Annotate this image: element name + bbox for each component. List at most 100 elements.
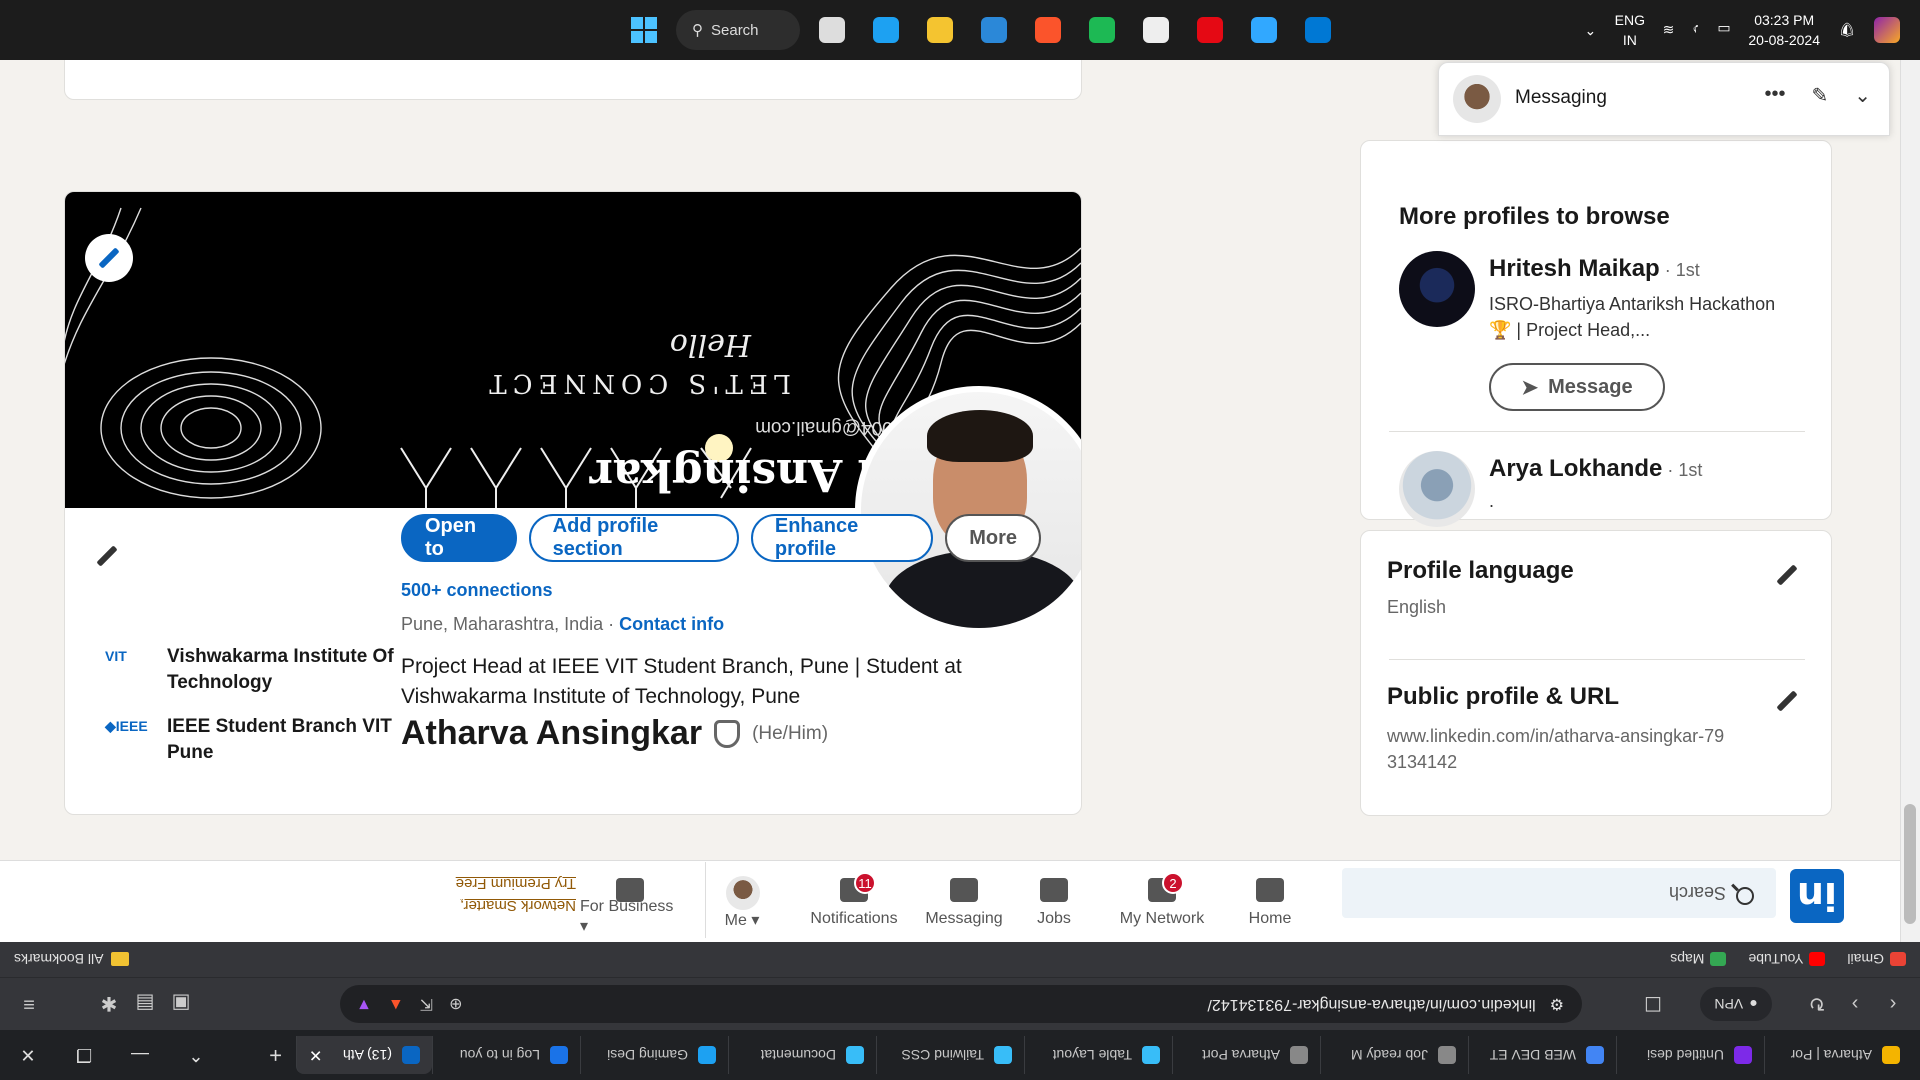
taskbar-search[interactable]: ⚲ Search bbox=[676, 10, 800, 50]
premium-link[interactable]: Network Smarter, Try Premium Free bbox=[436, 872, 576, 916]
edit-language-button[interactable] bbox=[1767, 555, 1807, 595]
nav-item[interactable]: Home bbox=[1220, 876, 1320, 936]
start-button[interactable] bbox=[622, 8, 666, 52]
copilot-tray-icon[interactable] bbox=[1874, 17, 1900, 43]
search-input[interactable]: Search bbox=[1342, 868, 1776, 918]
browser-tab[interactable]: WEB DEV ET bbox=[1468, 1036, 1616, 1074]
person-avatar[interactable] bbox=[1399, 451, 1475, 527]
vpn-label: VPN bbox=[1714, 996, 1744, 1012]
page-scrollbar[interactable] bbox=[1900, 0, 1920, 942]
wallet-icon[interactable]: ▣ bbox=[162, 985, 200, 1023]
chevron-up-icon[interactable]: ⌃ bbox=[1585, 22, 1597, 39]
minimize-button[interactable]: — bbox=[112, 1030, 168, 1080]
compose-icon[interactable]: ✎ bbox=[1811, 83, 1828, 108]
tab-label: Job ready M bbox=[1350, 1047, 1428, 1063]
browser-tab[interactable]: Log in to you bbox=[432, 1036, 580, 1074]
maximize-button[interactable]: ❐ bbox=[56, 1030, 112, 1080]
store-app[interactable] bbox=[1134, 8, 1178, 52]
chevron-down-icon[interactable]: ⌄ bbox=[1854, 83, 1871, 108]
profile-card: Atharva Ansingkar atharvaansingkar2004@g… bbox=[64, 191, 1082, 815]
bookmark-item[interactable]: Gmail bbox=[1847, 952, 1906, 968]
nav-label: Me ▾ bbox=[724, 912, 760, 929]
bookmark-icon[interactable]: ☐ bbox=[1634, 985, 1672, 1023]
spotify-app[interactable] bbox=[1080, 8, 1124, 52]
browser-tab[interactable]: Atharva Port bbox=[1172, 1036, 1320, 1074]
bookmark-label: YouTube bbox=[1748, 951, 1804, 968]
security-icon[interactable]: 🛡 bbox=[1838, 22, 1856, 39]
extensions-icon[interactable]: ✱ bbox=[90, 985, 128, 1023]
browser-tab-strip: Atharva | Por Untitled desi WEB DEV ET Job … bbox=[0, 1030, 1920, 1080]
enhance-profile-button[interactable]: Enhance profile bbox=[750, 514, 934, 562]
edge-app[interactable] bbox=[864, 8, 908, 52]
tab-active[interactable]: (13) Ath ✕ bbox=[296, 1036, 432, 1074]
browser-tab[interactable]: Gaming Desi bbox=[580, 1036, 728, 1074]
reload-icon[interactable]: ↻ bbox=[1798, 985, 1836, 1023]
edit-public-url-button[interactable] bbox=[1767, 681, 1807, 721]
bookmark-item[interactable]: Maps bbox=[1670, 952, 1727, 968]
brave-app[interactable] bbox=[1026, 8, 1070, 52]
browser-tab[interactable]: Table Layout bbox=[1024, 1036, 1172, 1074]
vpn-button[interactable]: ● VPN bbox=[1700, 987, 1772, 1021]
vscode-app[interactable] bbox=[1296, 8, 1340, 52]
brave-shields-icon[interactable]: ▲ bbox=[388, 995, 404, 1013]
browser-tab[interactable]: Untitled desi bbox=[1616, 1036, 1764, 1074]
person-name[interactable]: Hritesh Maikap bbox=[1489, 255, 1660, 282]
tab-favicon-icon bbox=[698, 1046, 716, 1064]
clock[interactable]: 03:23 PM 20-08-2024 bbox=[1749, 10, 1821, 50]
linkedin-logo[interactable]: in bbox=[1790, 869, 1844, 923]
sidebar-icon[interactable]: ▤ bbox=[126, 985, 164, 1023]
all-bookmarks[interactable]: All Bookmarks bbox=[14, 941, 130, 977]
netflix-app[interactable] bbox=[1188, 8, 1232, 52]
nav-item[interactable]: Messaging bbox=[914, 876, 1014, 936]
back-icon[interactable]: ‹ bbox=[1874, 985, 1912, 1023]
file-explorer-app[interactable] bbox=[918, 8, 962, 52]
person-headline: ISRO-Bhartiya Antariksh Hackathon 🏆 | Pr… bbox=[1489, 294, 1776, 340]
bookmark-list: Gmail YouTube Maps bbox=[1648, 952, 1920, 968]
scrollbar-thumb[interactable] bbox=[1904, 804, 1916, 924]
experience-item[interactable]: VIT Vishwakarma Institute Of Technology bbox=[105, 644, 427, 696]
volume-icon[interactable]: ♪ bbox=[1692, 22, 1699, 38]
more-button[interactable]: More bbox=[945, 514, 1042, 562]
browser-tab[interactable]: Tailwind CSS bbox=[876, 1036, 1024, 1074]
site-info-icon[interactable]: ⚙ bbox=[1550, 994, 1564, 1014]
person-name[interactable]: Arya Lokhande bbox=[1489, 455, 1662, 482]
messaging-overlay[interactable]: Messaging ••• ✎ ⌄ bbox=[1438, 62, 1890, 136]
more-options-icon[interactable]: ••• bbox=[1764, 83, 1785, 108]
browser-tab[interactable]: Documentat bbox=[728, 1036, 876, 1074]
tab-favicon-icon bbox=[1586, 1046, 1604, 1064]
add-profile-section-button[interactable]: Add profile section bbox=[528, 514, 739, 562]
experience-item[interactable]: ◆IEEE IEEE Student Branch VIT Pune bbox=[105, 714, 427, 766]
notification-badge: 11 bbox=[854, 872, 876, 894]
language-indicator[interactable]: ENG IN bbox=[1614, 10, 1644, 50]
nav-item[interactable]: 11 Notifications bbox=[804, 872, 904, 936]
new-tab-button[interactable]: + bbox=[269, 1042, 282, 1068]
contact-info-link[interactable]: Contact info bbox=[619, 614, 724, 634]
close-window-button[interactable]: ✕ bbox=[0, 1030, 56, 1080]
copilot-icon bbox=[981, 17, 1007, 43]
person-card: Hritesh Maikap · 1st ISRO-Bhartiya Antar… bbox=[1399, 251, 1799, 411]
battery-icon[interactable]: ▭ bbox=[1717, 22, 1730, 39]
bookmark-item[interactable]: YouTube bbox=[1748, 951, 1826, 968]
copilot-app[interactable] bbox=[972, 8, 1016, 52]
forward-icon[interactable]: › bbox=[1836, 985, 1874, 1023]
brave-rewards-icon[interactable]: ▼ bbox=[356, 995, 372, 1013]
browser-tab[interactable]: Atharva | Por bbox=[1764, 1036, 1912, 1074]
nav-item[interactable]: For Business ▾ bbox=[580, 876, 680, 936]
menu-icon[interactable]: ≡ bbox=[10, 985, 48, 1023]
nav-item[interactable]: Me ▾ bbox=[692, 876, 792, 936]
edit-banner-button[interactable] bbox=[85, 234, 133, 282]
tab-search-icon[interactable]: ⌃ bbox=[168, 1030, 224, 1080]
message-button[interactable]: ➤ Message bbox=[1489, 363, 1665, 411]
nav-item[interactable]: 2 My Network bbox=[1112, 872, 1212, 936]
task-view-app[interactable] bbox=[810, 8, 854, 52]
wifi-icon[interactable]: ≋ bbox=[1663, 22, 1675, 39]
share-icon[interactable]: ⇱ bbox=[420, 994, 433, 1014]
verified-shield-icon[interactable] bbox=[714, 719, 741, 748]
person-avatar[interactable] bbox=[1399, 251, 1475, 327]
zoom-icon[interactable]: ⊕ bbox=[449, 994, 462, 1014]
address-bar[interactable]: ⚙ linkedin.com/in/atharva-ansingkar-7931… bbox=[340, 985, 1582, 1023]
nav-item[interactable]: Jobs bbox=[1004, 876, 1104, 936]
close-tab-icon[interactable]: ✕ bbox=[309, 1045, 322, 1065]
browser-tab[interactable]: Job ready M bbox=[1320, 1036, 1468, 1074]
photoshop-app[interactable] bbox=[1242, 8, 1286, 52]
